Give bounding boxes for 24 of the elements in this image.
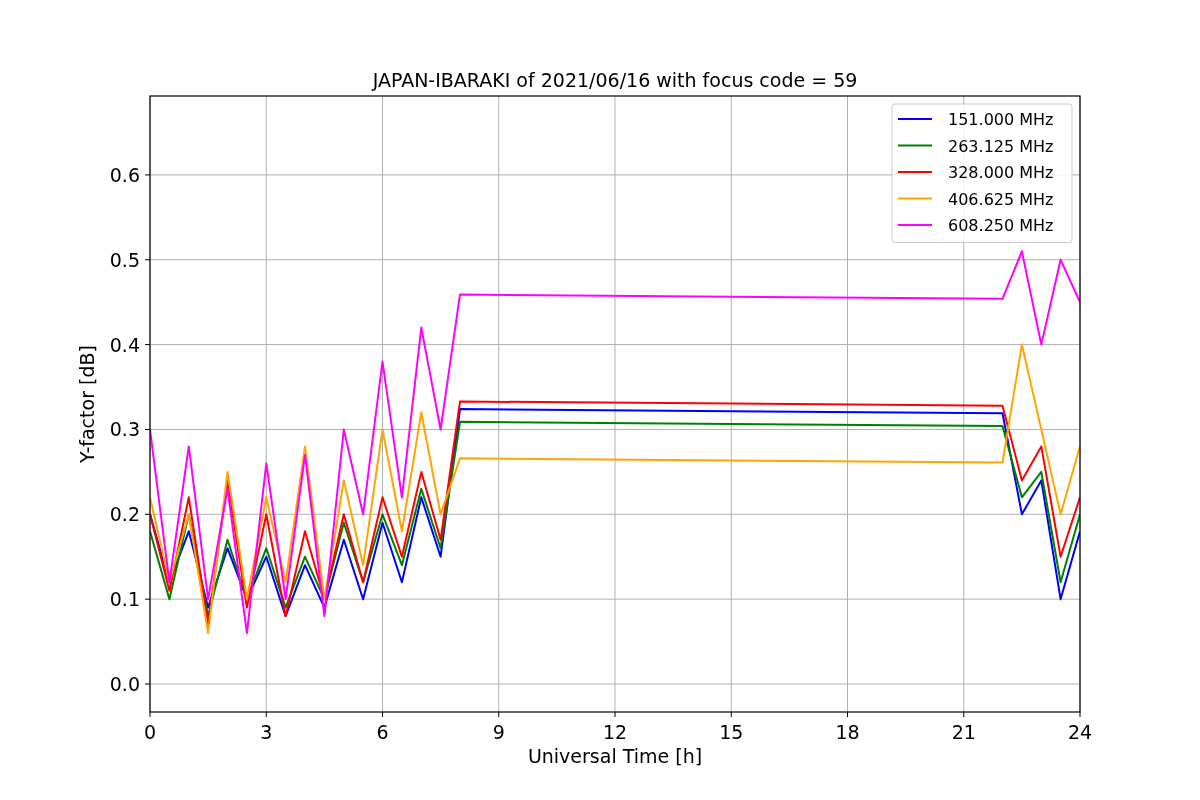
axis-label: Y-factor [dB] [76,345,98,463]
legend-label: 151.000 MHz [948,110,1054,129]
tick-label: 12 [602,721,628,743]
tick-label: 0 [143,721,157,743]
tick-label: 0.4 [109,333,140,356]
axis-label: Universal Time [h] [527,745,703,767]
tick-label: 0.1 [109,588,140,611]
tick-label: 15 [719,721,744,743]
tick-label: 24 [1067,721,1093,743]
legend-label: 406.625 MHz [948,189,1054,209]
tick-label: 3 [260,721,273,743]
tick-label: 0.3 [109,418,140,441]
legend-label: 328.000 MHz [948,163,1054,182]
legend-label: 608.250 MHz [948,216,1054,235]
tick-label: 0.0 [109,673,140,695]
tick-label: 0.6 [109,163,140,186]
tick-label: 6 [376,721,389,743]
tick-label: 0.5 [109,248,140,271]
tick-label: 0.2 [109,503,140,526]
tick-label: 9 [492,721,505,743]
chart-title: JAPAN-IBARAKI of 2021/06/16 with focus code = 59 [372,69,858,91]
tick-label: 18 [835,721,860,743]
tick-label: 21 [951,721,976,743]
legend-label: 263.125 MHz [948,136,1054,156]
